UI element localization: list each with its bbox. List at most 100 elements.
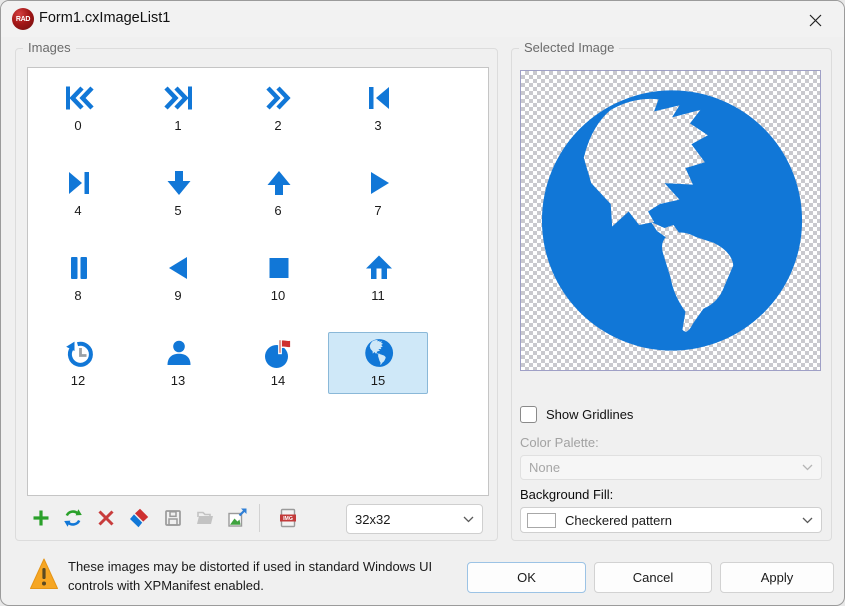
color-palette-label: Color Palette:	[520, 435, 599, 450]
image-format-button[interactable]: IMG	[278, 508, 298, 528]
arrow-down-icon	[163, 167, 195, 199]
image-item-9[interactable]: 9	[128, 247, 228, 309]
image-list[interactable]: 0 1 2 3 4 5	[27, 67, 489, 496]
eraser-icon	[129, 508, 149, 528]
images-caption: Images	[23, 40, 76, 55]
selected-image-groupbox: Selected Image Show Gridlines Color Pale…	[511, 48, 832, 541]
image-index-label: 10	[229, 288, 327, 303]
image-item-3[interactable]: 3	[328, 77, 428, 139]
export-image-icon	[227, 508, 247, 528]
show-gridlines-checkbox[interactable]	[520, 406, 537, 423]
globe-preview-icon	[521, 71, 820, 370]
plus-icon	[31, 508, 51, 528]
image-item-1[interactable]: 1	[128, 77, 228, 139]
selected-image-preview	[520, 70, 821, 371]
image-index-label: 1	[129, 118, 227, 133]
images-groupbox: Images 0 1 2 3 4	[15, 48, 498, 541]
x-icon	[96, 508, 116, 528]
image-size-combobox[interactable]: 32x32	[346, 504, 483, 534]
apply-button[interactable]: Apply	[720, 562, 834, 593]
add-image-button[interactable]	[31, 508, 51, 528]
img-format-icon: IMG	[278, 508, 298, 528]
home-icon	[363, 252, 395, 284]
warning-message: These images may be distorted if used in…	[68, 557, 488, 595]
background-fill-label: Background Fill:	[520, 487, 613, 502]
replace-image-button[interactable]	[63, 508, 83, 528]
previous-icon	[363, 82, 395, 114]
pause-icon	[63, 252, 95, 284]
chevron-down-icon	[802, 517, 813, 524]
skip-last-icon	[163, 82, 195, 114]
fast-forward-icon	[263, 82, 295, 114]
image-item-0[interactable]: 0	[28, 77, 128, 139]
image-index-label: 14	[229, 373, 327, 388]
close-icon	[809, 14, 822, 27]
image-item-10[interactable]: 10	[228, 247, 328, 309]
warning-line-2: controls with XPManifest enabled.	[68, 576, 488, 595]
image-size-value: 32x32	[355, 512, 390, 527]
save-icon	[163, 508, 183, 528]
refresh-icon	[63, 508, 83, 528]
image-index-label: 0	[29, 118, 127, 133]
window-title: Form1.cxImageList1	[39, 10, 170, 26]
chevron-down-icon	[802, 464, 813, 471]
image-item-11[interactable]: 11	[328, 247, 428, 309]
delete-image-button[interactable]	[96, 508, 116, 528]
stop-icon	[263, 252, 295, 284]
skip-first-icon	[63, 82, 95, 114]
image-index-label: 5	[129, 203, 227, 218]
warning-line-1: These images may be distorted if used in…	[68, 557, 488, 576]
user-icon	[163, 337, 195, 369]
image-index-label: 3	[329, 118, 427, 133]
background-fill-combobox[interactable]: Checkered pattern	[520, 507, 822, 533]
color-palette-value: None	[529, 460, 560, 475]
globe-icon	[363, 337, 395, 369]
image-item-6[interactable]: 6	[228, 162, 328, 224]
svg-text:IMG: IMG	[283, 516, 293, 522]
image-index-label: 2	[229, 118, 327, 133]
image-item-2[interactable]: 2	[228, 77, 328, 139]
image-list-editor-dialog: RAD Form1.cxImageList1 Images 0 1 2	[0, 0, 845, 606]
image-item-14[interactable]: 14	[228, 332, 328, 394]
fill-color-swatch	[527, 513, 556, 528]
image-index-label: 8	[29, 288, 127, 303]
export-image-button[interactable]	[227, 508, 247, 528]
play-icon	[363, 167, 395, 199]
image-index-label: 11	[329, 288, 427, 303]
image-index-label: 7	[329, 203, 427, 218]
image-item-8[interactable]: 8	[28, 247, 128, 309]
close-button[interactable]	[798, 8, 832, 32]
color-palette-combobox[interactable]: None	[520, 455, 822, 480]
image-index-label: 12	[29, 373, 127, 388]
next-icon	[63, 167, 95, 199]
cancel-button[interactable]: Cancel	[594, 562, 712, 593]
image-item-4[interactable]: 4	[28, 162, 128, 224]
ok-button[interactable]: OK	[467, 562, 586, 593]
image-item-7[interactable]: 7	[328, 162, 428, 224]
rad-studio-icon: RAD	[12, 8, 34, 30]
show-gridlines-label: Show Gridlines	[546, 407, 633, 422]
image-index-label: 15	[329, 373, 427, 388]
image-index-label: 4	[29, 203, 127, 218]
save-images-button[interactable]	[163, 508, 183, 528]
image-item-13[interactable]: 13	[128, 332, 228, 394]
selected-image-caption: Selected Image	[519, 40, 619, 55]
load-images-button[interactable]	[195, 508, 215, 528]
title-bar: RAD Form1.cxImageList1	[1, 1, 844, 37]
flag-icon	[263, 337, 295, 369]
open-folder-icon	[195, 508, 215, 528]
image-item-5[interactable]: 5	[128, 162, 228, 224]
toolbar-separator	[259, 504, 260, 532]
background-fill-value: Checkered pattern	[565, 513, 672, 528]
clear-images-button[interactable]	[129, 508, 149, 528]
history-icon	[63, 337, 95, 369]
chevron-down-icon	[463, 516, 474, 523]
play-left-icon	[163, 252, 195, 284]
arrow-up-icon	[263, 167, 295, 199]
image-index-label: 13	[129, 373, 227, 388]
image-index-label: 6	[229, 203, 327, 218]
image-item-15-selected[interactable]: 15	[328, 332, 428, 394]
image-index-label: 9	[129, 288, 227, 303]
warning-icon	[29, 557, 59, 596]
image-item-12[interactable]: 12	[28, 332, 128, 394]
